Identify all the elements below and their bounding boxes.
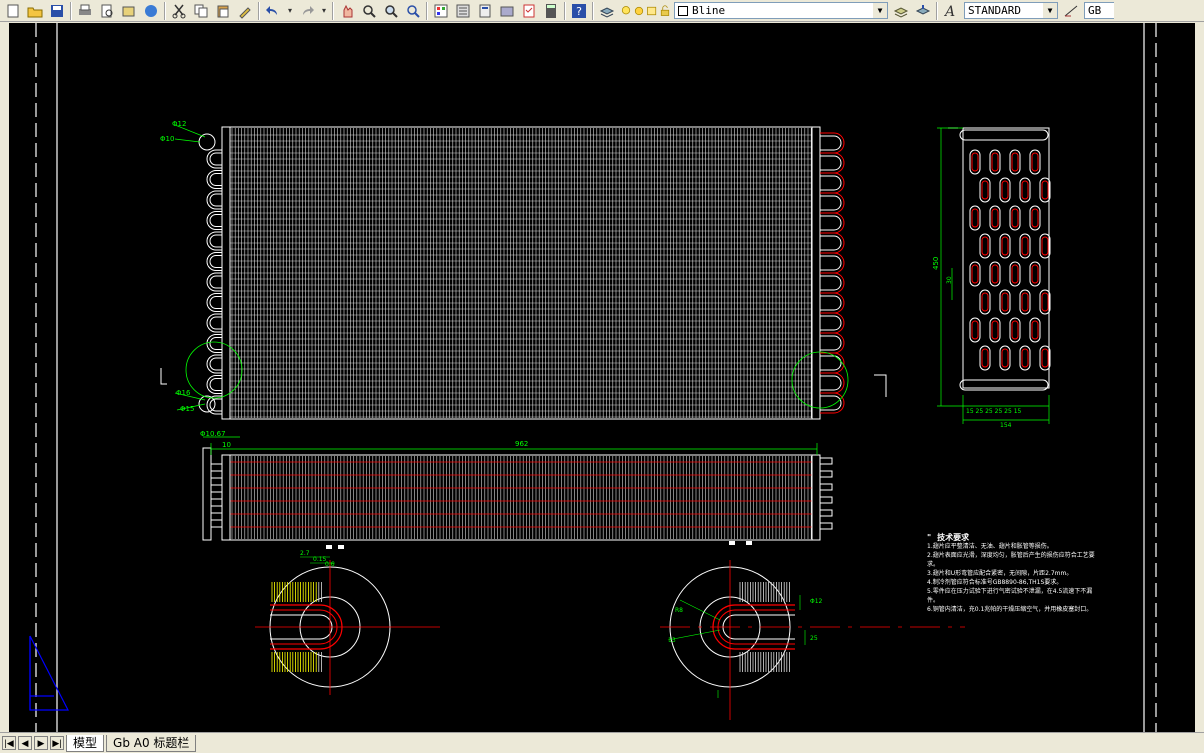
svg-text:13: 13: [668, 637, 676, 644]
cut-icon[interactable]: [170, 2, 188, 20]
dim-bottom-parts: 15 25 25 25 25 15: [966, 408, 1022, 415]
help-icon[interactable]: ?: [570, 2, 588, 20]
paste-icon[interactable]: [214, 2, 232, 20]
detail-view-right: R8 13 Φ12 25: [660, 541, 965, 720]
undo-icon[interactable]: [264, 2, 282, 20]
detail-view-left: 2.7 0.15 0.6: [255, 545, 440, 695]
tool-palettes-icon[interactable]: [476, 2, 494, 20]
markup-icon[interactable]: [520, 2, 538, 20]
make-object-layer-current-icon[interactable]: [892, 2, 910, 20]
tab-model[interactable]: 模型: [66, 734, 105, 752]
prev-tab-icon[interactable]: ◀: [18, 736, 32, 750]
svg-text:Φ12: Φ12: [810, 598, 823, 605]
calculator-icon[interactable]: [542, 2, 560, 20]
next-tab-icon[interactable]: ▶: [34, 736, 48, 750]
redo-dropdown-icon[interactable]: ▾: [320, 2, 328, 20]
dimension-style-icon[interactable]: [1062, 2, 1080, 20]
svg-text:A: A: [943, 4, 955, 19]
tech-notes-prefix: ": [927, 533, 932, 542]
dim-phi-bot2: Φ15: [180, 405, 194, 413]
open-file-icon[interactable]: [26, 2, 44, 20]
tech-note-line: 1.翅片应平整清洁、无油、翅片和胀管等损伤。: [927, 543, 1053, 550]
front-view-dimensions: [174, 124, 206, 411]
dim-right-30: 30: [946, 276, 953, 284]
zoom-realtime-icon[interactable]: [360, 2, 378, 20]
chevron-down-icon: ▼: [873, 3, 887, 18]
dim-len-total: 962: [515, 440, 528, 448]
text-style-icon[interactable]: A: [942, 2, 960, 20]
dim-height-right: 450: [932, 257, 940, 270]
layer-name: Bline: [692, 4, 726, 17]
svg-text:0.6: 0.6: [325, 561, 335, 568]
sheet-set-icon[interactable]: [498, 2, 516, 20]
match-properties-icon[interactable]: [236, 2, 254, 20]
model-space-canvas[interactable]: Φ12 Φ10 Φ16 Φ15 Φ10.67 10 962 450 30 15 …: [9, 23, 1195, 732]
tech-note-line: 6.铜管内清洁，充0.1兆帕的干燥压缩空气，并用橡皮塞封口。: [927, 606, 1093, 613]
dim-bottom-total: 154: [1000, 422, 1012, 429]
text-style-dropdown[interactable]: STANDARD ▼: [964, 2, 1058, 19]
text-style-name: STANDARD: [968, 4, 1021, 17]
last-tab-icon[interactable]: ▶|: [50, 736, 64, 750]
redo-icon[interactable]: [298, 2, 316, 20]
print-icon[interactable]: [76, 2, 94, 20]
layer-previous-icon[interactable]: [914, 2, 932, 20]
front-view-coil: [160, 126, 887, 420]
svg-text:25: 25: [810, 635, 818, 642]
svg-text:R8: R8: [675, 607, 683, 614]
dimension-style-dropdown[interactable]: GB: [1084, 2, 1114, 19]
save-icon[interactable]: [48, 2, 66, 20]
dim-phi-side: Φ10.67: [200, 430, 226, 438]
left-docking-area: [0, 23, 9, 732]
layer-dropdown[interactable]: Bline ▼: [674, 2, 888, 19]
properties-icon[interactable]: [432, 2, 450, 20]
svg-text:?: ?: [576, 5, 582, 18]
layer-viewport-icon[interactable]: [646, 2, 658, 20]
layer-on-bulb-icon[interactable]: [620, 2, 632, 20]
standard-toolbar: ▾ ▾ ? Bline ▼ A STANDARD ▼ GB: [0, 0, 1204, 22]
layer-lock-icon[interactable]: [659, 2, 671, 20]
layer-freeze-sun-icon[interactable]: [633, 2, 645, 20]
tech-note-line: 2.翅片表面应光滑，深度均匀，胀管后产生的损伤应符合工艺要: [927, 552, 1095, 559]
new-file-icon[interactable]: [4, 2, 22, 20]
end-view-coil: [948, 127, 1051, 391]
dim-phi-top1: Φ12: [172, 120, 186, 128]
dim-len-10: 10: [222, 441, 231, 449]
top-view-dimensions: [203, 436, 818, 455]
tech-note-line: 求。: [927, 561, 940, 568]
tech-note-line: 3.翅片和U形弯管应配合紧密，无间隙，片距2.7mm。: [927, 570, 1073, 577]
top-view-coil: [202, 447, 833, 541]
tech-note-line: 4.制冷剂管应符合标准号GB8890-86,TH1S要求。: [927, 579, 1063, 586]
technical-requirements: " 技术要求 1.翅片应平整清洁、无油、翅片和胀管等损伤。 2.翅片表面应光滑，深…: [927, 533, 1095, 614]
pan-icon[interactable]: [338, 2, 356, 20]
etransmit-icon[interactable]: [142, 2, 160, 20]
zoom-previous-icon[interactable]: [404, 2, 422, 20]
dim-phi-bot1: Φ16: [176, 389, 191, 397]
tech-note-line: 件。: [927, 597, 940, 604]
tech-notes-title: 技术要求: [937, 533, 970, 542]
right-docking-area: [1195, 23, 1204, 732]
print-preview-icon[interactable]: [98, 2, 116, 20]
drawing-svg: Φ12 Φ10 Φ16 Φ15 Φ10.67 10 962 450 30 15 …: [29, 23, 1157, 732]
dimension-style-name: GB: [1088, 4, 1102, 17]
layout-tab-bar: |◀ ◀ ▶ ▶| 模型 Gb A0 标题栏: [0, 732, 1204, 753]
copy-icon[interactable]: [192, 2, 210, 20]
zoom-window-icon[interactable]: [382, 2, 400, 20]
dim-phi-top2: Φ10: [160, 135, 174, 143]
design-center-icon[interactable]: [454, 2, 472, 20]
drawing-frame: [35, 23, 1157, 732]
first-tab-icon[interactable]: |◀: [2, 736, 16, 750]
svg-text:2.7: 2.7: [300, 550, 310, 557]
layer-manager-icon[interactable]: [598, 2, 616, 20]
layer-color-swatch: [678, 5, 688, 16]
tech-note-line: 5.零件应在压力试验下进行气密试验不泄漏，在4.5流速下不漏: [927, 588, 1093, 595]
undo-dropdown-icon[interactable]: ▾: [286, 2, 294, 20]
publish-icon[interactable]: [120, 2, 138, 20]
chevron-down-icon: ▼: [1043, 3, 1057, 18]
tab-layout-gb-a0[interactable]: Gb A0 标题栏: [106, 734, 197, 752]
